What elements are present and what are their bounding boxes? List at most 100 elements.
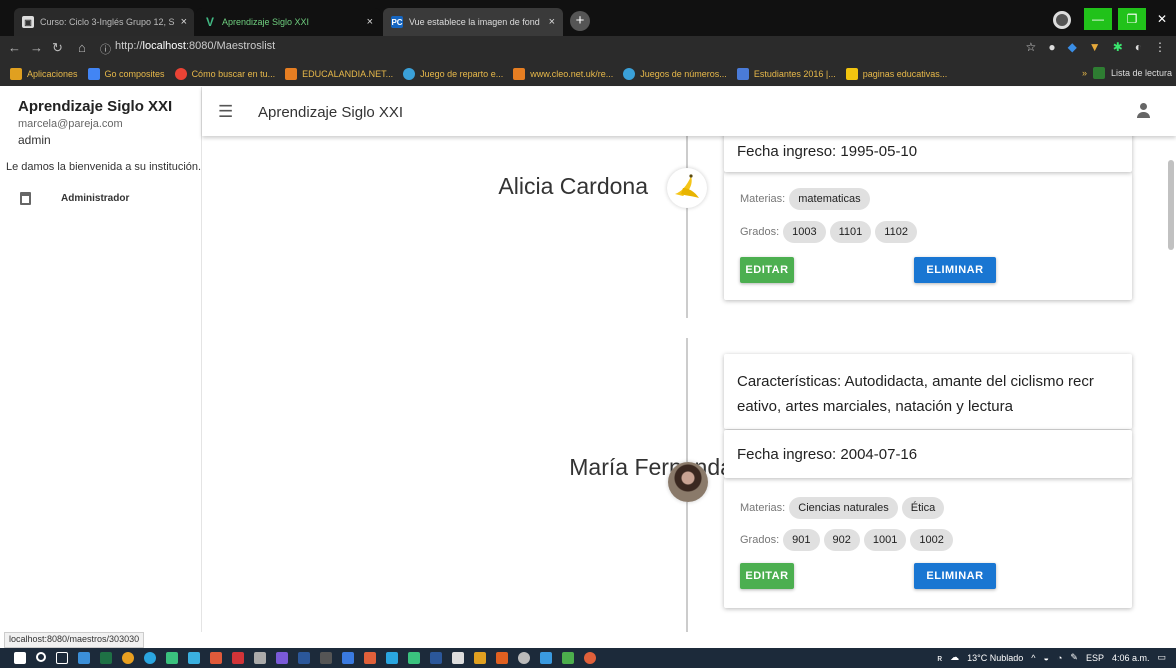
app-icon[interactable] <box>474 652 486 664</box>
address-bar: ← → ↻ ⌂ ⓘ http://localhost:8080/Maestros… <box>0 36 1176 62</box>
teachers-timeline: Alicia Cardona Fecha ingreso: 1995-05-10… <box>202 136 1176 632</box>
vscode-icon[interactable] <box>78 652 90 664</box>
close-icon[interactable]: × <box>543 16 555 28</box>
word-icon[interactable] <box>298 652 310 664</box>
materia-chip: matematicas <box>789 188 870 210</box>
new-tab-button[interactable]: + <box>570 11 590 31</box>
reload-icon[interactable]: ↻ <box>52 40 63 56</box>
clock[interactable]: 4:06 a.m. <box>1112 653 1150 663</box>
sidebar-item-administrador[interactable]: Administrador <box>20 188 195 208</box>
forward-icon[interactable]: → <box>30 40 43 55</box>
network-icon[interactable]: ◒ <box>1044 653 1049 663</box>
menu-icon[interactable]: ⋮ <box>1154 40 1166 54</box>
app-icon[interactable] <box>276 652 288 664</box>
menu-icon[interactable]: ☰ <box>218 102 233 122</box>
app-icon[interactable] <box>364 652 376 664</box>
powerpoint-icon[interactable] <box>232 652 244 664</box>
app-icon[interactable] <box>166 652 178 664</box>
tab-vue-fondo[interactable]: PC Vue establece la imagen de fond × <box>383 8 563 36</box>
user-icon[interactable] <box>1136 103 1152 119</box>
info-icon[interactable]: ⓘ <box>100 41 111 57</box>
bookmark-educalandia[interactable]: EDUCALANDIA.NET... <box>285 68 393 80</box>
bookmark-label: Cómo buscar en tu... <box>191 69 276 79</box>
app-icon[interactable] <box>496 652 508 664</box>
app-icon[interactable] <box>320 652 332 664</box>
url-path: :8080/Maestroslist <box>185 40 276 52</box>
volume-icon[interactable]: ◔ <box>1057 653 1062 663</box>
url-host: localhost <box>142 40 186 52</box>
excel-icon[interactable] <box>100 652 112 664</box>
profile-icon[interactable] <box>1053 11 1071 29</box>
teacher-avatar <box>667 168 707 208</box>
star-icon[interactable]: ☆ <box>1026 40 1037 54</box>
app-icon[interactable] <box>342 652 354 664</box>
extension-icon[interactable]: ▼ <box>1089 40 1101 54</box>
home-icon[interactable]: ⌂ <box>78 40 86 55</box>
browser-tab-bar: ▣ Curso: Ciclo 3-Inglés Grupo 12, S × V … <box>0 0 1176 36</box>
pen-icon[interactable]: ✎ <box>1070 652 1078 663</box>
more-bookmarks[interactable]: » <box>1082 68 1087 78</box>
delete-button[interactable]: ELIMINAR <box>914 257 996 283</box>
app-icon[interactable] <box>518 652 530 664</box>
teacher-name: Alicia Cardona <box>498 173 648 199</box>
chevron-up-icon[interactable]: ^ <box>1031 653 1035 663</box>
grado-chip: 902 <box>823 529 860 551</box>
grados-row: Grados: 901 902 1001 1002 <box>740 529 953 551</box>
bookmark-paginas[interactable]: paginas educativas... <box>845 68 948 80</box>
app-icon[interactable] <box>210 652 222 664</box>
fecha-card: Fecha ingreso: 2004-07-16 <box>724 430 1132 478</box>
close-icon[interactable]: × <box>175 16 187 28</box>
vue-icon: V <box>205 15 214 29</box>
maximize-button[interactable]: ❐ <box>1118 8 1146 30</box>
grado-chip: 901 <box>783 529 820 551</box>
task-view-icon[interactable] <box>56 652 68 664</box>
windows-icon[interactable] <box>14 652 26 664</box>
bookmark-juegos-numeros[interactable]: Juegos de números... <box>623 68 727 80</box>
bookmark-cleo[interactable]: www.cleo.net.uk/re... <box>513 68 613 80</box>
bookmark-go-composites[interactable]: Go composites <box>87 68 165 80</box>
app-icon[interactable] <box>254 652 266 664</box>
bookmark-label: paginas educativas... <box>862 69 948 79</box>
notifications-icon[interactable]: ▭ <box>1157 652 1166 663</box>
language[interactable]: ESP <box>1086 653 1104 663</box>
tab-title: Aprendizaje Siglo XXI <box>222 17 310 27</box>
search-icon[interactable] <box>36 652 46 662</box>
bookmark-estudiantes[interactable]: Estudiantes 2016 |... <box>736 68 836 80</box>
app-icon[interactable] <box>584 652 596 664</box>
people-icon[interactable]: ʀ <box>937 653 942 663</box>
scrollbar[interactable] <box>1168 160 1174 250</box>
extension-icon[interactable]: ◐ <box>1135 40 1142 54</box>
app-icon[interactable] <box>430 652 442 664</box>
app-icon[interactable] <box>188 652 200 664</box>
extension-icon[interactable]: ◆ <box>1068 40 1077 54</box>
grados-label: Grados: <box>740 226 780 238</box>
url-field[interactable]: http://localhost:8080/Maestroslist <box>115 40 275 52</box>
close-window-button[interactable]: ✕ <box>1148 8 1176 30</box>
bookmark-como-buscar[interactable]: Cómo buscar en tu... <box>174 68 276 80</box>
app-icon[interactable] <box>562 652 574 664</box>
app-icon[interactable] <box>408 652 420 664</box>
edit-button[interactable]: EDITAR <box>740 563 794 589</box>
app-icon[interactable] <box>386 652 398 664</box>
edit-button[interactable]: EDITAR <box>740 257 794 283</box>
extension-icon[interactable]: ● <box>1048 40 1055 54</box>
reading-list[interactable]: » Lista de lectura <box>1082 67 1172 79</box>
tab-curso[interactable]: ▣ Curso: Ciclo 3-Inglés Grupo 12, S × <box>14 8 194 36</box>
app-icon[interactable] <box>540 652 552 664</box>
minimize-button[interactable]: — <box>1084 8 1112 30</box>
reading-list-label: Lista de lectura <box>1110 68 1172 78</box>
tab-aprendizaje[interactable]: V Aprendizaje Siglo XXI × <box>196 8 381 36</box>
extension-icon[interactable]: ✱ <box>1113 40 1123 54</box>
bookmark-juego-reparto[interactable]: Juego de reparto e... <box>403 68 503 80</box>
edge-icon[interactable] <box>144 652 156 664</box>
weather[interactable]: 13°C Nublado <box>967 653 1023 663</box>
back-icon[interactable]: ← <box>8 40 21 55</box>
chrome-icon[interactable] <box>122 652 134 664</box>
students-icon <box>736 68 749 80</box>
folder-icon <box>845 68 858 80</box>
app-icon[interactable] <box>452 652 464 664</box>
close-icon[interactable]: × <box>361 16 373 28</box>
delete-button[interactable]: ELIMINAR <box>914 563 996 589</box>
status-url: localhost:8080/maestros/303030 <box>4 632 145 648</box>
bookmark-aplicaciones[interactable]: Aplicaciones <box>10 68 78 80</box>
